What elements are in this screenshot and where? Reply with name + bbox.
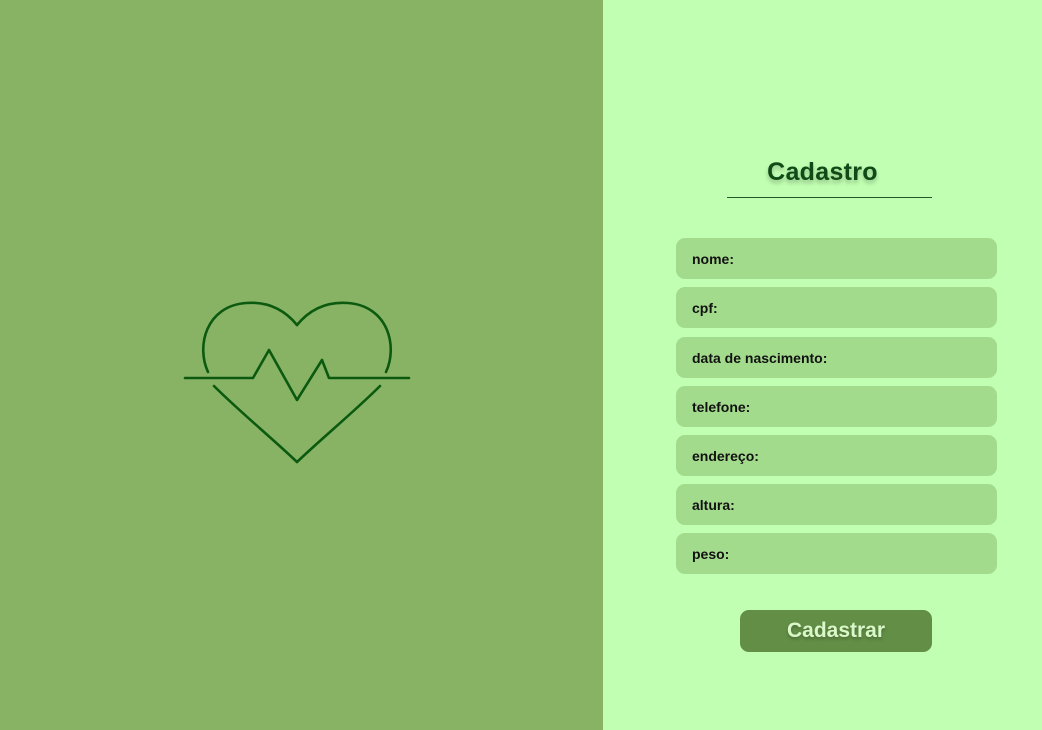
cpf-field[interactable]: cpf: <box>676 287 997 328</box>
address-field[interactable]: endereço: <box>676 435 997 476</box>
phone-field[interactable]: telefone: <box>676 386 997 427</box>
title-underline <box>727 197 932 198</box>
register-button[interactable]: Cadastrar <box>740 610 932 652</box>
phone-label: telefone: <box>692 398 751 415</box>
birthdate-field[interactable]: data de nascimento: <box>676 337 997 378</box>
heartbeat-icon <box>183 301 411 464</box>
height-field[interactable]: altura: <box>676 484 997 525</box>
illustration-panel <box>0 0 603 730</box>
form-panel: Cadastro nome: cpf: data de nascimento: … <box>603 0 1042 730</box>
form-title: Cadastro <box>767 158 878 186</box>
address-label: endereço: <box>692 447 759 464</box>
height-label: altura: <box>692 496 735 513</box>
weight-field[interactable]: peso: <box>676 533 997 574</box>
weight-label: peso: <box>692 545 730 562</box>
cpf-label: cpf: <box>692 299 718 316</box>
birthdate-label: data de nascimento: <box>692 349 828 366</box>
name-field[interactable]: nome: <box>676 238 997 279</box>
name-label: nome: <box>692 250 734 267</box>
